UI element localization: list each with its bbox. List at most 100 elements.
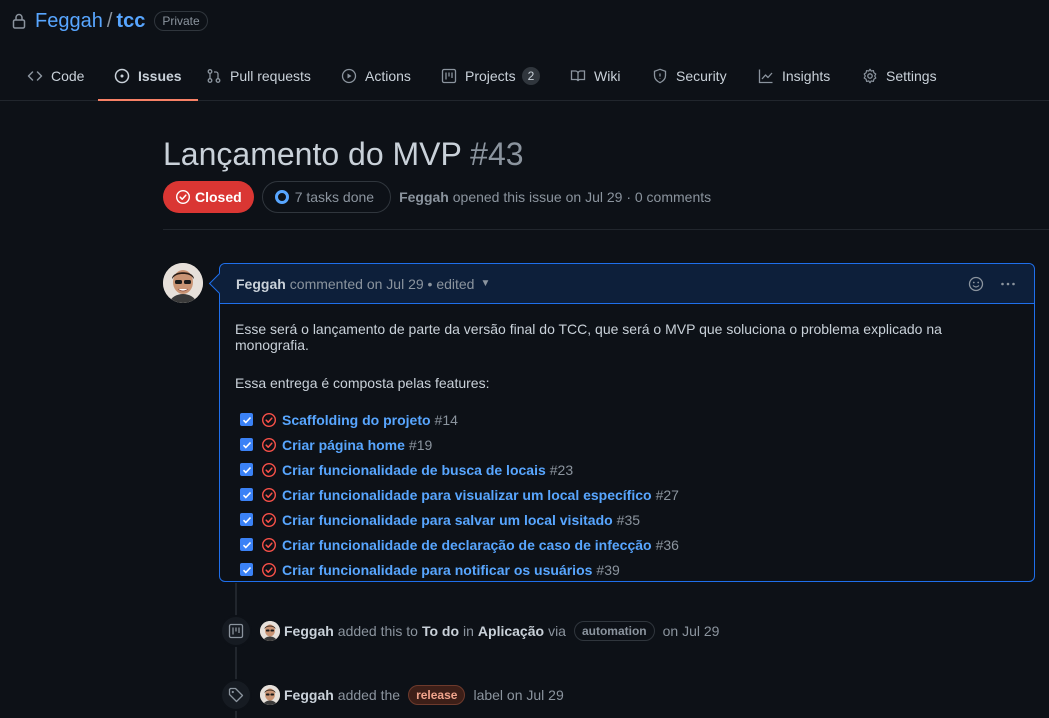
automation-badge: automation: [573, 621, 655, 641]
task-list-item: Criar funcionalidade de busca de locais …: [235, 457, 1019, 482]
smiley-icon[interactable]: [968, 276, 984, 292]
avatar[interactable]: [260, 685, 280, 705]
tab-projects[interactable]: Projects 2: [441, 52, 541, 100]
issue-closed-icon: [261, 562, 277, 577]
task-list-item: Criar funcionalidade para salvar um loca…: [235, 507, 1019, 532]
task-checkbox[interactable]: [240, 463, 253, 476]
state-badge: Closed: [163, 181, 254, 213]
task-checkbox[interactable]: [240, 438, 253, 451]
timeline-event-text: Feggah added the release label on Jul 29: [284, 685, 568, 705]
task-checkbox[interactable]: [240, 413, 253, 426]
issue-comment: Feggah commented on Jul 29 • edited ▼ Es…: [219, 263, 1035, 582]
issue-opened-icon: [114, 68, 130, 84]
task-checkbox[interactable]: [240, 488, 253, 501]
timeline-event-label: Feggah added the release label on Jul 29: [220, 679, 568, 711]
timeline-event-text: Feggah added this to To do in Aplicação …: [284, 621, 723, 641]
task-list-item: Criar página home #19: [235, 432, 1019, 457]
comment-header: Feggah commented on Jul 29 • edited ▼: [220, 264, 1034, 304]
task-list-item: Criar funcionalidade para visualizar um …: [235, 482, 1019, 507]
shield-icon: [653, 68, 667, 84]
issue-opened-meta: Feggah opened this issue on Jul 29 · 0 c…: [399, 189, 711, 205]
event-text: via: [548, 623, 566, 639]
task-issue-ref[interactable]: #36: [656, 537, 679, 553]
issue-number: #43: [470, 136, 524, 172]
project-column: To do: [421, 623, 460, 639]
event-timestamp[interactable]: on Jul 29: [663, 623, 720, 639]
issue-closed-icon: [261, 487, 277, 502]
tab-wiki[interactable]: Wiki: [570, 52, 620, 100]
task-checkbox[interactable]: [240, 538, 253, 551]
tab-issues[interactable]: Issues: [98, 52, 198, 101]
tab-code[interactable]: Code: [27, 52, 84, 100]
issue-closed-icon: [261, 537, 277, 552]
avatar[interactable]: [260, 621, 280, 641]
task-issue-ref[interactable]: #35: [617, 512, 640, 528]
task-checkbox[interactable]: [240, 513, 253, 526]
tag-icon: [228, 687, 244, 703]
comment-actions: [968, 276, 1016, 292]
issue-author-link[interactable]: Feggah: [399, 189, 449, 205]
issue-closed-icon: [175, 189, 191, 205]
project-link[interactable]: Aplicação: [478, 623, 544, 639]
repo-name-link[interactable]: tcc: [116, 10, 145, 33]
repo-owner-link[interactable]: Feggah: [35, 10, 103, 33]
issue-closed-icon: [261, 412, 277, 427]
timeline-badge: [220, 615, 252, 647]
event-actor-link[interactable]: Feggah: [284, 623, 334, 639]
tab-security[interactable]: Security: [652, 52, 727, 100]
tab-label: Pull requests: [230, 68, 311, 84]
task-issue-link[interactable]: Criar funcionalidade de declaração de ca…: [282, 537, 652, 553]
task-issue-ref[interactable]: #19: [409, 437, 432, 453]
task-issue-ref[interactable]: #27: [656, 487, 679, 503]
task-checkbox[interactable]: [240, 563, 253, 576]
graph-icon: [758, 69, 773, 84]
visibility-badge: Private: [154, 11, 208, 31]
issue-opened-text: opened this issue on Jul 29 · 0 comments: [452, 189, 712, 205]
task-issue-ref[interactable]: #14: [435, 412, 458, 428]
repo-header: Feggah / tcc Private: [12, 8, 208, 34]
header-divider: [163, 229, 1049, 230]
task-issue-link[interactable]: Criar funcionalidade para visualizar um …: [282, 487, 652, 503]
comment-author-link[interactable]: Feggah: [236, 276, 286, 292]
task-issue-link[interactable]: Criar página home: [282, 437, 405, 453]
task-issue-ref[interactable]: #23: [550, 462, 573, 478]
tab-label: Issues: [138, 68, 182, 84]
issue-closed-icon: [261, 462, 277, 477]
event-text: label on Jul 29: [473, 687, 564, 703]
tab-label: Code: [51, 68, 85, 84]
chevron-down-icon[interactable]: ▼: [480, 278, 490, 289]
tab-label: Wiki: [594, 68, 621, 84]
event-text: in: [463, 623, 474, 639]
release-label[interactable]: release: [408, 685, 466, 705]
event-actor-link[interactable]: Feggah: [284, 687, 334, 703]
tab-label: Settings: [886, 68, 937, 84]
task-list: Scaffolding do projeto #14 Criar página …: [235, 407, 1019, 582]
repo-nav: Code Issues Pull requests Actions Projec…: [0, 52, 1049, 101]
projects-count-badge: 2: [521, 67, 541, 85]
task-issue-ref[interactable]: #39: [596, 562, 619, 578]
timeline-badge: [220, 679, 252, 711]
issue-meta: Closed 7 tasks done Feggah opened this i…: [163, 181, 711, 213]
project-icon: [228, 623, 244, 639]
gear-icon: [863, 68, 877, 84]
tab-settings[interactable]: Settings: [862, 52, 937, 100]
tab-insights[interactable]: Insights: [758, 52, 830, 100]
task-list-item: Scaffolding do projeto #14: [235, 407, 1019, 432]
state-label: Closed: [195, 189, 242, 205]
kebab-horizontal-icon[interactable]: [1000, 276, 1016, 292]
tasks-progress-badge[interactable]: 7 tasks done: [261, 181, 392, 213]
comment-body: Esse será o lançamento de parte da versã…: [220, 304, 1034, 599]
comment-timestamp[interactable]: commented on Jul 29 • edited: [290, 276, 475, 292]
task-issue-link[interactable]: Scaffolding do projeto: [282, 412, 431, 428]
avatar[interactable]: [163, 263, 203, 303]
comment-paragraph: Esse será o lançamento de parte da versã…: [235, 321, 942, 353]
issue-title-text: Lançamento do MVP: [163, 136, 462, 172]
tab-pull-requests[interactable]: Pull requests: [206, 52, 311, 100]
task-issue-link[interactable]: Criar funcionalidade de busca de locais: [282, 462, 546, 478]
repo-separator: /: [106, 9, 113, 32]
tab-actions[interactable]: Actions: [341, 52, 411, 100]
task-issue-link[interactable]: Criar funcionalidade para salvar um loca…: [282, 512, 613, 528]
task-issue-link[interactable]: Criar funcionalidade para notificar os u…: [282, 562, 592, 578]
code-icon: [27, 71, 43, 81]
progress-ring-icon: [274, 190, 289, 204]
